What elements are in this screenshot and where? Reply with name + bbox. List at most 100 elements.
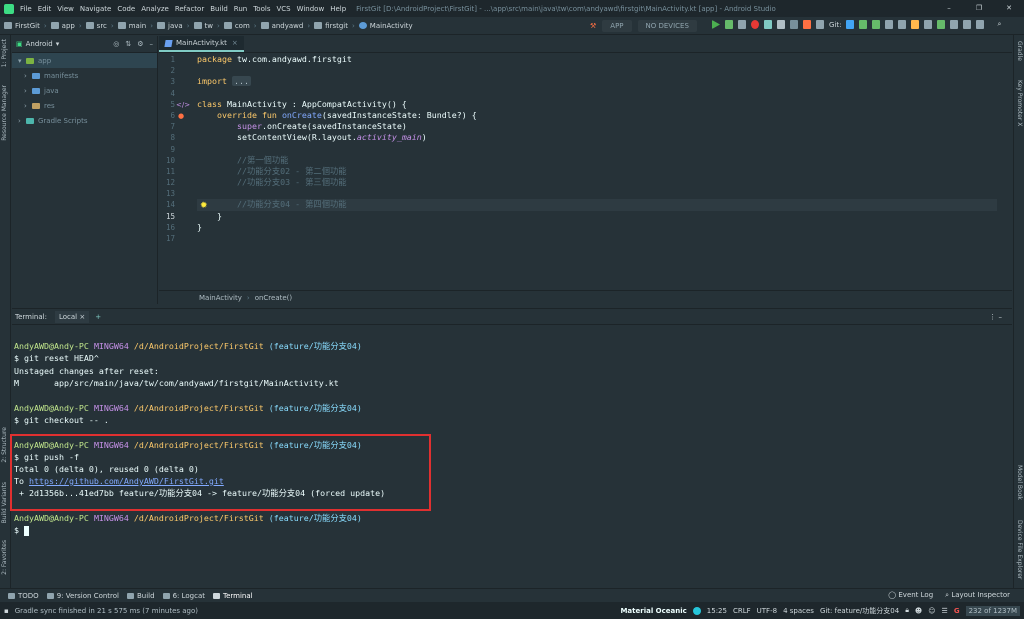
hammer-icon[interactable]: ⚒: [590, 22, 596, 30]
device-icon[interactable]: [950, 20, 959, 29]
indent-setting[interactable]: 4 spaces: [783, 607, 814, 615]
git-branch[interactable]: Git: feature/功能分支04: [820, 606, 899, 616]
rollback-icon[interactable]: [898, 20, 907, 29]
android-icon[interactable]: [803, 20, 811, 29]
sdk-manager-icon[interactable]: [976, 20, 985, 29]
tree-item-java[interactable]: › java: [12, 83, 157, 98]
git-update-icon[interactable]: [846, 20, 855, 29]
gradle-icon[interactable]: [816, 20, 824, 29]
code-area[interactable]: package tw.com.andyawd.firstgit import .…: [197, 54, 997, 286]
breadcrumb-com[interactable]: com ›: [223, 22, 257, 30]
search-icon[interactable]: ⌕: [997, 20, 1001, 29]
emulator-icon[interactable]: [963, 20, 972, 29]
breadcrumb-firstgit[interactable]: firstgit ›: [314, 22, 355, 30]
run-config-dropdown[interactable]: APP: [602, 20, 632, 32]
file-encoding[interactable]: UTF-8: [757, 607, 777, 615]
breadcrumb-project[interactable]: FirstGit ›: [4, 22, 47, 30]
tab-key-promoter[interactable]: Key Promoter X: [1016, 80, 1023, 126]
breadcrumb-java[interactable]: java ›: [157, 22, 190, 30]
menu-file[interactable]: File: [20, 5, 32, 13]
breadcrumb-andyawd[interactable]: andyawd ›: [260, 22, 310, 30]
breadcrumb-src[interactable]: src ›: [85, 22, 114, 30]
menu-navigate[interactable]: Navigate: [80, 5, 111, 13]
tree-item-manifests[interactable]: › manifests: [12, 68, 157, 83]
theme-indicator[interactable]: Material Oceanic: [620, 607, 686, 615]
collapse-icon[interactable]: ⇅: [125, 40, 131, 48]
status-icon[interactable]: ▪: [4, 607, 9, 615]
tab-resource-manager[interactable]: Resource Manager: [1, 85, 8, 141]
tab-project[interactable]: 1: Project: [1, 39, 8, 67]
device-dropdown[interactable]: NO DEVICES: [637, 20, 697, 32]
tree-item-res[interactable]: › res: [12, 98, 157, 113]
breadcrumb-class[interactable]: MainActivity: [199, 294, 242, 302]
structure-icon[interactable]: [911, 20, 920, 29]
sdk-icon[interactable]: [790, 20, 798, 29]
chevron-right-icon[interactable]: ›: [24, 87, 32, 95]
menu-analyze[interactable]: Analyze: [141, 5, 169, 13]
tab-mainactivity[interactable]: MainActivity.kt ×: [159, 36, 244, 52]
tab-todo[interactable]: TODO: [8, 592, 39, 600]
tab-model-book[interactable]: Model Book: [1016, 465, 1023, 500]
add-terminal-icon[interactable]: +: [95, 313, 101, 321]
lock-icon[interactable]: 🔒︎: [905, 606, 909, 615]
run-icon[interactable]: [712, 20, 720, 29]
debug-icon[interactable]: [725, 20, 733, 29]
breadcrumb-app[interactable]: app ›: [50, 22, 82, 30]
maximize-icon[interactable]: ❐: [964, 0, 994, 17]
tab-structure[interactable]: 2: Structure: [1, 427, 8, 463]
project-view-dropdown[interactable]: Android: [26, 40, 53, 48]
tab-terminal[interactable]: Terminal: [213, 592, 253, 600]
menu-run[interactable]: Run: [234, 5, 247, 13]
tab-build[interactable]: Build: [127, 592, 155, 600]
tab-build-variants[interactable]: Build Variants: [1, 482, 8, 523]
tab-device-file-explorer[interactable]: Device File Explorer: [1016, 520, 1023, 579]
tab-gradle[interactable]: Gradle: [1016, 41, 1023, 61]
git-commit-icon[interactable]: [859, 20, 868, 29]
breadcrumb-main[interactable]: main ›: [117, 22, 153, 30]
breadcrumb-tw[interactable]: tw ›: [193, 22, 220, 30]
menu-code[interactable]: Code: [117, 5, 135, 13]
tab-layout-inspector[interactable]: ⌕ Layout Inspector: [945, 591, 1010, 600]
menu-help[interactable]: Help: [330, 5, 346, 13]
layout-icon[interactable]: [924, 20, 933, 29]
hide-icon[interactable]: –: [150, 40, 154, 48]
menu-tools[interactable]: Tools: [253, 5, 270, 13]
tree-item-gradle-scripts[interactable]: › Gradle Scripts: [12, 113, 157, 128]
menu-view[interactable]: View: [57, 5, 74, 13]
stop-icon[interactable]: [751, 20, 759, 29]
class-gutter-icon[interactable]: </>: [176, 101, 190, 109]
memory-indicator[interactable]: 232 of 1237M: [965, 605, 1020, 616]
close-icon[interactable]: ×: [79, 313, 85, 321]
close-tab-icon[interactable]: ×: [232, 39, 238, 47]
status-message[interactable]: Gradle sync finished in 21 s 575 ms (7 m…: [15, 607, 198, 615]
chevron-right-icon[interactable]: ›: [24, 72, 32, 80]
profile-icon[interactable]: [738, 20, 746, 29]
tab-logcat[interactable]: 6: Logcat: [162, 592, 205, 600]
menu-vcs[interactable]: VCS: [276, 5, 290, 13]
more-icon[interactable]: ⋮ –: [989, 313, 1002, 321]
menu-build[interactable]: Build: [210, 5, 228, 13]
lightbulb-icon[interactable]: ✹: [200, 201, 208, 211]
menu-window[interactable]: Window: [297, 5, 325, 13]
breadcrumb-mainactivity[interactable]: MainActivity: [358, 22, 413, 30]
avd-icon[interactable]: [777, 20, 785, 29]
menu-refactor[interactable]: Refactor: [175, 5, 204, 13]
breadcrumb-method[interactable]: onCreate(): [255, 294, 292, 302]
git-push-icon[interactable]: [872, 20, 881, 29]
chevron-down-icon[interactable]: ▾: [18, 57, 26, 65]
target-icon[interactable]: ◎: [113, 40, 119, 48]
menu-edit[interactable]: Edit: [38, 5, 52, 13]
inspector-icon[interactable]: ☻: [915, 607, 922, 615]
cursor-position[interactable]: 15:25: [707, 607, 727, 615]
override-gutter-icon[interactable]: ●: [178, 112, 184, 120]
tab-favorites[interactable]: 2: Favorites: [1, 540, 8, 575]
minimize-icon[interactable]: –: [934, 0, 964, 17]
sync-icon[interactable]: [764, 20, 772, 29]
tab-event-log[interactable]: ◯ Event Log: [888, 591, 933, 599]
emoji-icon[interactable]: ☺: [928, 607, 935, 615]
google-icon[interactable]: G: [954, 607, 960, 615]
terminal-tab-local[interactable]: Local ×: [54, 310, 90, 323]
line-separator[interactable]: CRLF: [733, 607, 751, 615]
git-history-icon[interactable]: [885, 20, 894, 29]
chevron-right-icon[interactable]: ›: [24, 102, 32, 110]
